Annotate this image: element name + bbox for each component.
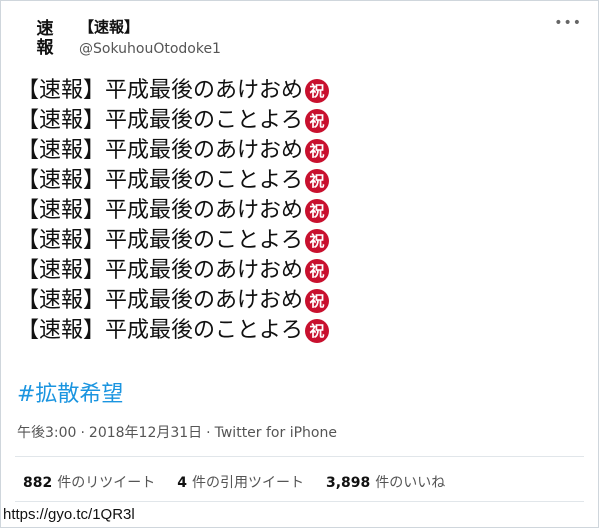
- tweet-meta: 午後3:00 · 2018年12月31日 · Twitter for iPhone: [17, 422, 337, 442]
- tweet-header: 速 報 【速報】 @SokuhouOtodoke1 •••: [19, 15, 584, 67]
- tweet-line: 【速報】平成最後のあけおめ祝: [17, 286, 330, 316]
- avatar-char-2: 報: [36, 38, 54, 58]
- retweets-stat[interactable]: 882 件のリツイート: [23, 472, 155, 492]
- celebrate-emoji-icon: 祝: [305, 139, 330, 163]
- source-url: https://gyo.tc/1QR3l: [3, 506, 135, 523]
- tweet-line: 【速報】平成最後のことよろ祝: [17, 226, 330, 256]
- tweet-line: 【速報】平成最後のあけおめ祝: [17, 256, 330, 286]
- quotes-count: 4: [177, 475, 187, 491]
- user-handle[interactable]: @SokuhouOtodoke1: [79, 39, 221, 59]
- tweet-line: 【速報】平成最後のことよろ祝: [17, 106, 330, 136]
- hashtag-link[interactable]: #拡散希望: [17, 376, 123, 408]
- likes-label: 件のいいね: [375, 475, 446, 491]
- tweet-page: 速 報 【速報】 @SokuhouOtodoke1 ••• 【速報】平成最後のあ…: [0, 0, 599, 528]
- divider: [15, 501, 584, 502]
- likes-stat[interactable]: 3,898 件のいいね: [326, 472, 445, 492]
- quotes-label: 件の引用ツイート: [191, 475, 304, 491]
- tweet-line: 【速報】平成最後のことよろ祝: [17, 316, 330, 346]
- tweet-line-text: 【速報】平成最後のあけおめ: [17, 198, 304, 223]
- tweet-text: 【速報】平成最後のあけおめ祝 【速報】平成最後のことよろ祝 【速報】平成最後のあ…: [17, 76, 330, 346]
- tweet-line-text: 【速報】平成最後のことよろ: [17, 228, 304, 253]
- meta-separator: ·: [206, 425, 211, 441]
- celebrate-emoji-icon: 祝: [305, 169, 330, 193]
- display-name[interactable]: 【速報】: [79, 17, 221, 37]
- quotes-stat[interactable]: 4 件の引用ツイート: [177, 472, 304, 492]
- user-block: 【速報】 @SokuhouOtodoke1: [79, 17, 221, 59]
- likes-count: 3,898: [325, 475, 371, 491]
- tweet-line: 【速報】平成最後のことよろ祝: [17, 166, 330, 196]
- tweet-time[interactable]: 午後3:00: [17, 425, 76, 441]
- tweet-line-text: 【速報】平成最後のことよろ: [17, 168, 304, 193]
- meta-separator: ·: [80, 425, 85, 441]
- celebrate-emoji-icon: 祝: [305, 259, 330, 283]
- tweet-line-text: 【速報】平成最後のあけおめ: [17, 258, 304, 283]
- tweet-line-text: 【速報】平成最後のことよろ: [17, 318, 304, 343]
- tweet-date[interactable]: 2018年12月31日: [89, 425, 202, 441]
- tweet-line: 【速報】平成最後のあけおめ祝: [17, 76, 330, 106]
- divider: [15, 456, 584, 457]
- celebrate-emoji-icon: 祝: [305, 319, 330, 343]
- celebrate-emoji-icon: 祝: [305, 229, 330, 253]
- tweet-client[interactable]: Twitter for iPhone: [215, 425, 337, 441]
- tweet-line-text: 【速報】平成最後のあけおめ: [17, 78, 304, 103]
- tweet-line-text: 【速報】平成最後のあけおめ: [17, 288, 304, 313]
- avatar[interactable]: 速 報: [21, 15, 69, 63]
- tweet-line-text: 【速報】平成最後のあけおめ: [17, 138, 304, 163]
- tweet-line-text: 【速報】平成最後のことよろ: [17, 108, 304, 133]
- retweets-label: 件のリツイート: [57, 475, 156, 491]
- celebrate-emoji-icon: 祝: [305, 199, 330, 223]
- more-icon[interactable]: •••: [554, 15, 582, 31]
- tweet-line: 【速報】平成最後のあけおめ祝: [17, 196, 330, 226]
- retweets-count: 882: [23, 475, 53, 491]
- celebrate-emoji-icon: 祝: [305, 79, 330, 103]
- avatar-char-1: 速: [36, 19, 54, 39]
- tweet-stats: 882 件のリツイート 4 件の引用ツイート 3,898 件のいいね: [23, 472, 445, 492]
- celebrate-emoji-icon: 祝: [305, 289, 330, 313]
- celebrate-emoji-icon: 祝: [305, 109, 330, 133]
- tweet-line: 【速報】平成最後のあけおめ祝: [17, 136, 330, 166]
